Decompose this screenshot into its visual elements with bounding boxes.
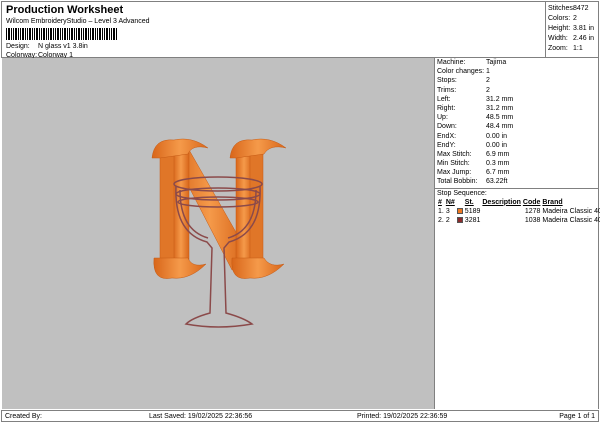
info-label: EndX:: [437, 132, 457, 140]
letter-n: [151, 138, 287, 279]
info-label: EndY:: [437, 141, 456, 149]
info-label: Trims:: [437, 86, 457, 94]
info-value: 6.7 mm: [486, 169, 510, 177]
last-saved: Last Saved: 19/02/2025 22:36:56: [149, 413, 253, 420]
info-label: Stops:: [437, 77, 457, 85]
info-value: 0.00 in: [486, 132, 508, 140]
software-name: Wilcom EmbroideryStudio – Level 3 Advanc…: [6, 18, 150, 25]
info-label: Left:: [437, 95, 451, 103]
info-row: Down: 48.4 mm: [435, 122, 598, 131]
table-header: # N# St. Description Code Brand: [438, 198, 563, 206]
table-row: 2. 2 3281 1038 Madeira Classic 40: [438, 216, 600, 224]
page-number: Page 1 of 1: [559, 413, 595, 420]
info-label: Machine:: [437, 59, 466, 66]
info-label: Total Bobbin:: [437, 178, 478, 186]
info-value: 31.2 mm: [486, 95, 514, 103]
info-label: Color changes:: [437, 68, 485, 76]
info-value: 0.3 mm: [486, 160, 510, 168]
info-row: Machine: Tajima: [435, 58, 598, 67]
barcode: [6, 28, 118, 40]
color-swatch: [456, 216, 463, 223]
info-row: Stops: 2: [435, 76, 598, 85]
info-value: 1: [486, 68, 490, 76]
info-row: Min Stitch: 0.3 mm: [435, 159, 598, 168]
stat-row: Colors: 2: [548, 15, 577, 22]
info-value: 48.4 mm: [486, 123, 514, 131]
info-row: Up: 48.5 mm: [435, 113, 598, 122]
info-label: Right:: [437, 104, 456, 112]
page-title: Production Worksheet: [6, 4, 124, 16]
info-row: Right: 31.2 mm: [435, 104, 598, 113]
stat-row: Width: 2.46 in: [548, 35, 595, 42]
info-value: Tajima: [486, 59, 507, 66]
info-label: Max Stitch:: [437, 150, 472, 158]
info-value: 2: [486, 77, 490, 85]
info-value: 2: [486, 86, 490, 94]
stop-sequence-title: Stop Sequence:: [437, 189, 487, 197]
footer: Created By: Last Saved: 19/02/2025 22:36…: [1, 410, 599, 422]
info-value: 0.00 in: [486, 141, 508, 149]
stat-row: Zoom: 1:1: [548, 45, 583, 52]
info-value: 31.2 mm: [486, 104, 514, 112]
info-row: Total Bobbin: 63.22ft: [435, 177, 598, 186]
info-label: Min Stitch:: [437, 160, 470, 168]
info-label: Up:: [437, 114, 448, 122]
created-by: Created By:: [5, 413, 42, 420]
design-stats: Stitches:8472 Colors: 2 Height: 3.81 in Wi…: [545, 2, 599, 57]
info-row: EndY: 0.00 in: [435, 141, 598, 150]
info-value: 48.5 mm: [486, 114, 514, 122]
info-row: Left: 31.2 mm: [435, 95, 598, 104]
embroidery-design: [151, 138, 287, 328]
design-row: Design: N glass v1 3.8in: [6, 43, 88, 50]
worksheet-header: Production Worksheet Wilcom EmbroiderySt…: [1, 1, 599, 59]
info-row: Color changes: 1: [435, 67, 598, 76]
design-preview: [2, 58, 434, 409]
info-row: Trims: 2: [435, 86, 598, 95]
stop-sequence: Stop Sequence: # N# St. Description Code…: [435, 187, 600, 225]
color-swatch: [456, 207, 463, 214]
machine-info-panel: Machine: Tajima Color changes: 1 Stops: 2 Trim…: [434, 58, 600, 409]
table-row: 1. 3 5189 1278 Madeira Classic 40: [438, 207, 600, 215]
info-label: Down:: [437, 123, 457, 131]
info-row: EndX: 0.00 in: [435, 132, 598, 141]
printed-date: Printed: 19/02/2025 22:36:59: [357, 413, 448, 420]
info-label: Max Jump:: [437, 169, 472, 177]
design-name: N glass v1 3.8in: [38, 43, 88, 50]
stop-sequence-table: # N# St. Description Code Brand 1. 3 5189…: [437, 198, 600, 225]
info-value: 6.9 mm: [486, 150, 510, 158]
info-row: Max Jump: 6.7 mm: [435, 168, 598, 177]
stat-row: Stitches:8472: [548, 5, 589, 12]
info-row: Max Stitch: 6.9 mm: [435, 150, 598, 159]
info-value: 63.22ft: [486, 178, 508, 186]
stat-row: Height: 3.81 in: [548, 25, 595, 32]
